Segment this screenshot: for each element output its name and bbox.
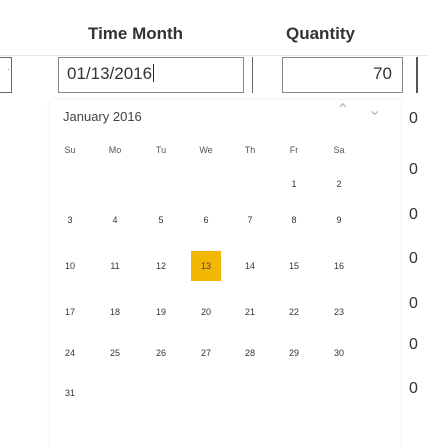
- calendar-day[interactable]: 11: [103, 261, 127, 271]
- left-cell-edge: [0, 57, 12, 93]
- weekday-header: We: [199, 145, 213, 155]
- calendar-month-title: January 2016: [63, 109, 142, 124]
- quantity-cell[interactable]: 0: [409, 295, 418, 313]
- date-picker-popup: January 2016 ⌃ ⌄ Su Mo Tu We Th Fr Sa 12345678…: [50, 100, 400, 447]
- weekday-header: Sa: [333, 145, 345, 155]
- chevron-up-icon[interactable]: ⌃: [336, 100, 349, 120]
- calendar-day[interactable]: 15: [282, 261, 306, 271]
- chevron-down-icon[interactable]: ⌄: [368, 100, 381, 120]
- calendar-day[interactable]: 18: [103, 307, 127, 317]
- weekday-header: Mo: [108, 145, 122, 155]
- calendar-day[interactable]: 1: [282, 179, 306, 189]
- weekday-header: Su: [64, 145, 76, 155]
- quantity-cell[interactable]: 0: [409, 380, 418, 398]
- weekday-header: Fr: [289, 145, 299, 155]
- calendar-day[interactable]: 4: [103, 215, 127, 225]
- calendar-day[interactable]: 19: [149, 307, 173, 317]
- date-input[interactable]: 01/13/2016: [58, 57, 244, 93]
- calendar-day[interactable]: 21: [238, 307, 262, 317]
- weekday-header: Tu: [155, 145, 167, 155]
- date-cell-edge: [252, 57, 272, 93]
- calendar-day[interactable]: 9: [327, 215, 351, 225]
- calendar-day[interactable]: 3: [58, 215, 82, 225]
- calendar-day[interactable]: 20: [194, 307, 218, 317]
- next-cell-edge: [416, 57, 428, 93]
- weekday-header: Th: [244, 145, 256, 155]
- calendar-day[interactable]: 31: [58, 388, 82, 398]
- calendar-day[interactable]: 5: [149, 215, 173, 225]
- quantity-cell[interactable]: 0: [409, 250, 418, 268]
- calendar-day[interactable]: 30: [327, 348, 351, 358]
- quantity-input[interactable]: 70: [282, 57, 403, 93]
- calendar-day[interactable]: 2: [327, 179, 351, 189]
- quantity-cell[interactable]: 0: [409, 110, 418, 128]
- calendar-day[interactable]: 28: [238, 348, 262, 358]
- calendar-day[interactable]: 6: [194, 215, 218, 225]
- calendar-day[interactable]: 14: [238, 261, 262, 271]
- calendar-day[interactable]: 8: [282, 215, 306, 225]
- calendar-day[interactable]: 10: [58, 261, 82, 271]
- date-value: 01/13/2016: [67, 64, 153, 83]
- column-header-time-month: Time Month: [88, 24, 184, 43]
- calendar-day[interactable]: 22: [282, 307, 306, 317]
- calendar-day[interactable]: 7: [238, 215, 262, 225]
- calendar-day[interactable]: 25: [103, 348, 127, 358]
- calendar-day[interactable]: 16: [327, 261, 351, 271]
- row-divider: [0, 55, 428, 56]
- calendar-day[interactable]: 12: [149, 261, 173, 271]
- quantity-cell[interactable]: 0: [409, 206, 418, 224]
- column-header-quantity: Quantity: [286, 24, 355, 43]
- calendar-day[interactable]: 26: [149, 348, 173, 358]
- text-caret: [153, 64, 155, 82]
- calendar-day[interactable]: 27: [194, 348, 218, 358]
- quantity-cell[interactable]: 0: [409, 336, 418, 354]
- calendar-day[interactable]: 24: [58, 348, 82, 358]
- calendar-day[interactable]: 23: [327, 307, 351, 317]
- calendar-day[interactable]: 17: [58, 307, 82, 317]
- calendar-day-selected[interactable]: 13: [191, 251, 221, 281]
- quantity-cell[interactable]: 0: [409, 161, 418, 179]
- left-cell-marker: ·: [7, 64, 11, 75]
- calendar-day[interactable]: 29: [282, 348, 306, 358]
